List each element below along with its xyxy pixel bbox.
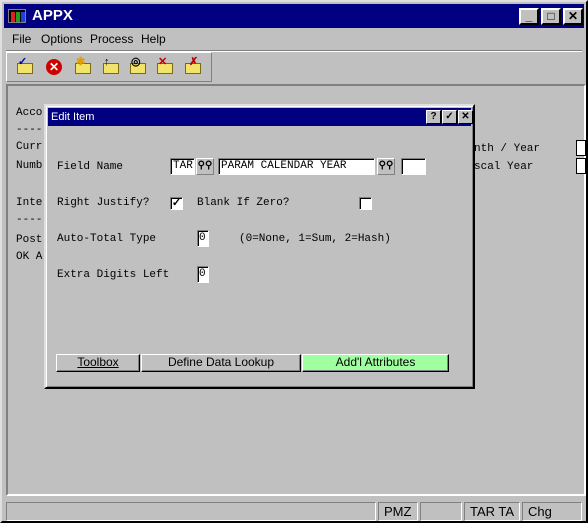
status-main [6, 502, 376, 521]
field-app-input[interactable]: TAR [170, 158, 195, 175]
ok-check-button[interactable]: ✓ [442, 110, 457, 124]
binoculars-lookup-icon[interactable]: ⚲⚲ [196, 158, 214, 175]
menu-process[interactable]: Process [90, 32, 133, 46]
help-button[interactable]: ? [426, 110, 441, 124]
right-justify-label: Right Justify? [57, 197, 150, 209]
find-folder-icon[interactable]: ◎ [128, 57, 150, 77]
bg-text-line: Post [16, 234, 43, 246]
minimize-button[interactable]: _ [519, 8, 539, 25]
auto-total-label: Auto-Total Type [57, 233, 157, 245]
bg-text-line: ---- [16, 124, 43, 136]
bg-text-line: Inte [16, 197, 43, 209]
menu-help[interactable]: Help [141, 32, 166, 46]
bg-input-box[interactable] [576, 158, 586, 174]
blank-if-zero-checkbox[interactable] [359, 197, 372, 210]
menu-bar: File Options Process Help [4, 30, 584, 50]
bg-text-line: Curr [16, 141, 43, 153]
check-folder-icon[interactable]: ✓ [15, 57, 37, 77]
status-user: PMZ [378, 502, 418, 521]
field-name-label: Field Name [57, 161, 124, 173]
dialog-close-button[interactable]: ✕ [458, 110, 473, 124]
binoculars-lookup-icon[interactable]: ⚲⚲ [377, 158, 395, 175]
addl-attributes-button[interactable]: Add'l Attributes [302, 354, 449, 372]
dialog-title-bar[interactable]: Edit Item ? ✓ ✕ [48, 108, 473, 126]
appx-logo-icon [8, 9, 26, 23]
dialog-title: Edit Item [51, 111, 95, 123]
bg-right-label: nth / Year [474, 143, 541, 155]
bg-text-line: OK A [16, 251, 43, 263]
window-title: APPX [32, 7, 73, 24]
close-button[interactable]: ✕ [563, 8, 583, 25]
bg-input-box[interactable] [576, 140, 586, 156]
status-app: TAR TA [464, 502, 520, 521]
edit-item-dialog: Edit Item ? ✓ ✕ Field Name TAR ⚲⚲ PARAM … [44, 104, 475, 389]
toolbar: ✓ ✕ ✱ ↑ ◎ ✕ ✗ [6, 52, 212, 82]
menu-file[interactable]: File [12, 32, 31, 46]
status-bar: PMZ TAR TA Chg [6, 500, 586, 521]
delete-folder-icon[interactable]: ✕ [155, 57, 177, 77]
bg-right-label: scal Year [474, 161, 534, 173]
toolbox-button[interactable]: Toolbox [56, 354, 140, 372]
extra-digits-label: Extra Digits Left [57, 269, 170, 281]
auto-total-hint: (0=None, 1=Sum, 2=Hash) [239, 233, 391, 245]
close-folder-icon[interactable]: ✗ [183, 57, 205, 77]
auto-total-input[interactable]: 0 [197, 230, 209, 247]
status-mode: Chg [522, 502, 582, 521]
blank-if-zero-label: Blank If Zero? [197, 197, 290, 209]
title-bar[interactable]: APPX _ □ ✕ [4, 4, 584, 28]
bg-text-line: ---- [16, 214, 43, 226]
status-empty [420, 502, 462, 521]
open-folder-icon[interactable]: ↑ [101, 57, 123, 77]
bg-text-line: Acco [16, 107, 43, 119]
maximize-button[interactable]: □ [541, 8, 561, 25]
new-folder-icon[interactable]: ✱ [73, 57, 95, 77]
define-data-lookup-button[interactable]: Define Data Lookup [141, 354, 301, 372]
bg-text-line: Numb [16, 160, 43, 172]
stop-icon[interactable]: ✕ [43, 57, 65, 77]
right-justify-checkbox[interactable]: ✓ [170, 197, 183, 210]
menu-options[interactable]: Options [41, 32, 82, 46]
field-name-input[interactable]: PARAM CALENDAR YEAR [218, 158, 375, 175]
field-extra-input[interactable] [401, 158, 426, 175]
extra-digits-input[interactable]: 0 [197, 266, 209, 283]
